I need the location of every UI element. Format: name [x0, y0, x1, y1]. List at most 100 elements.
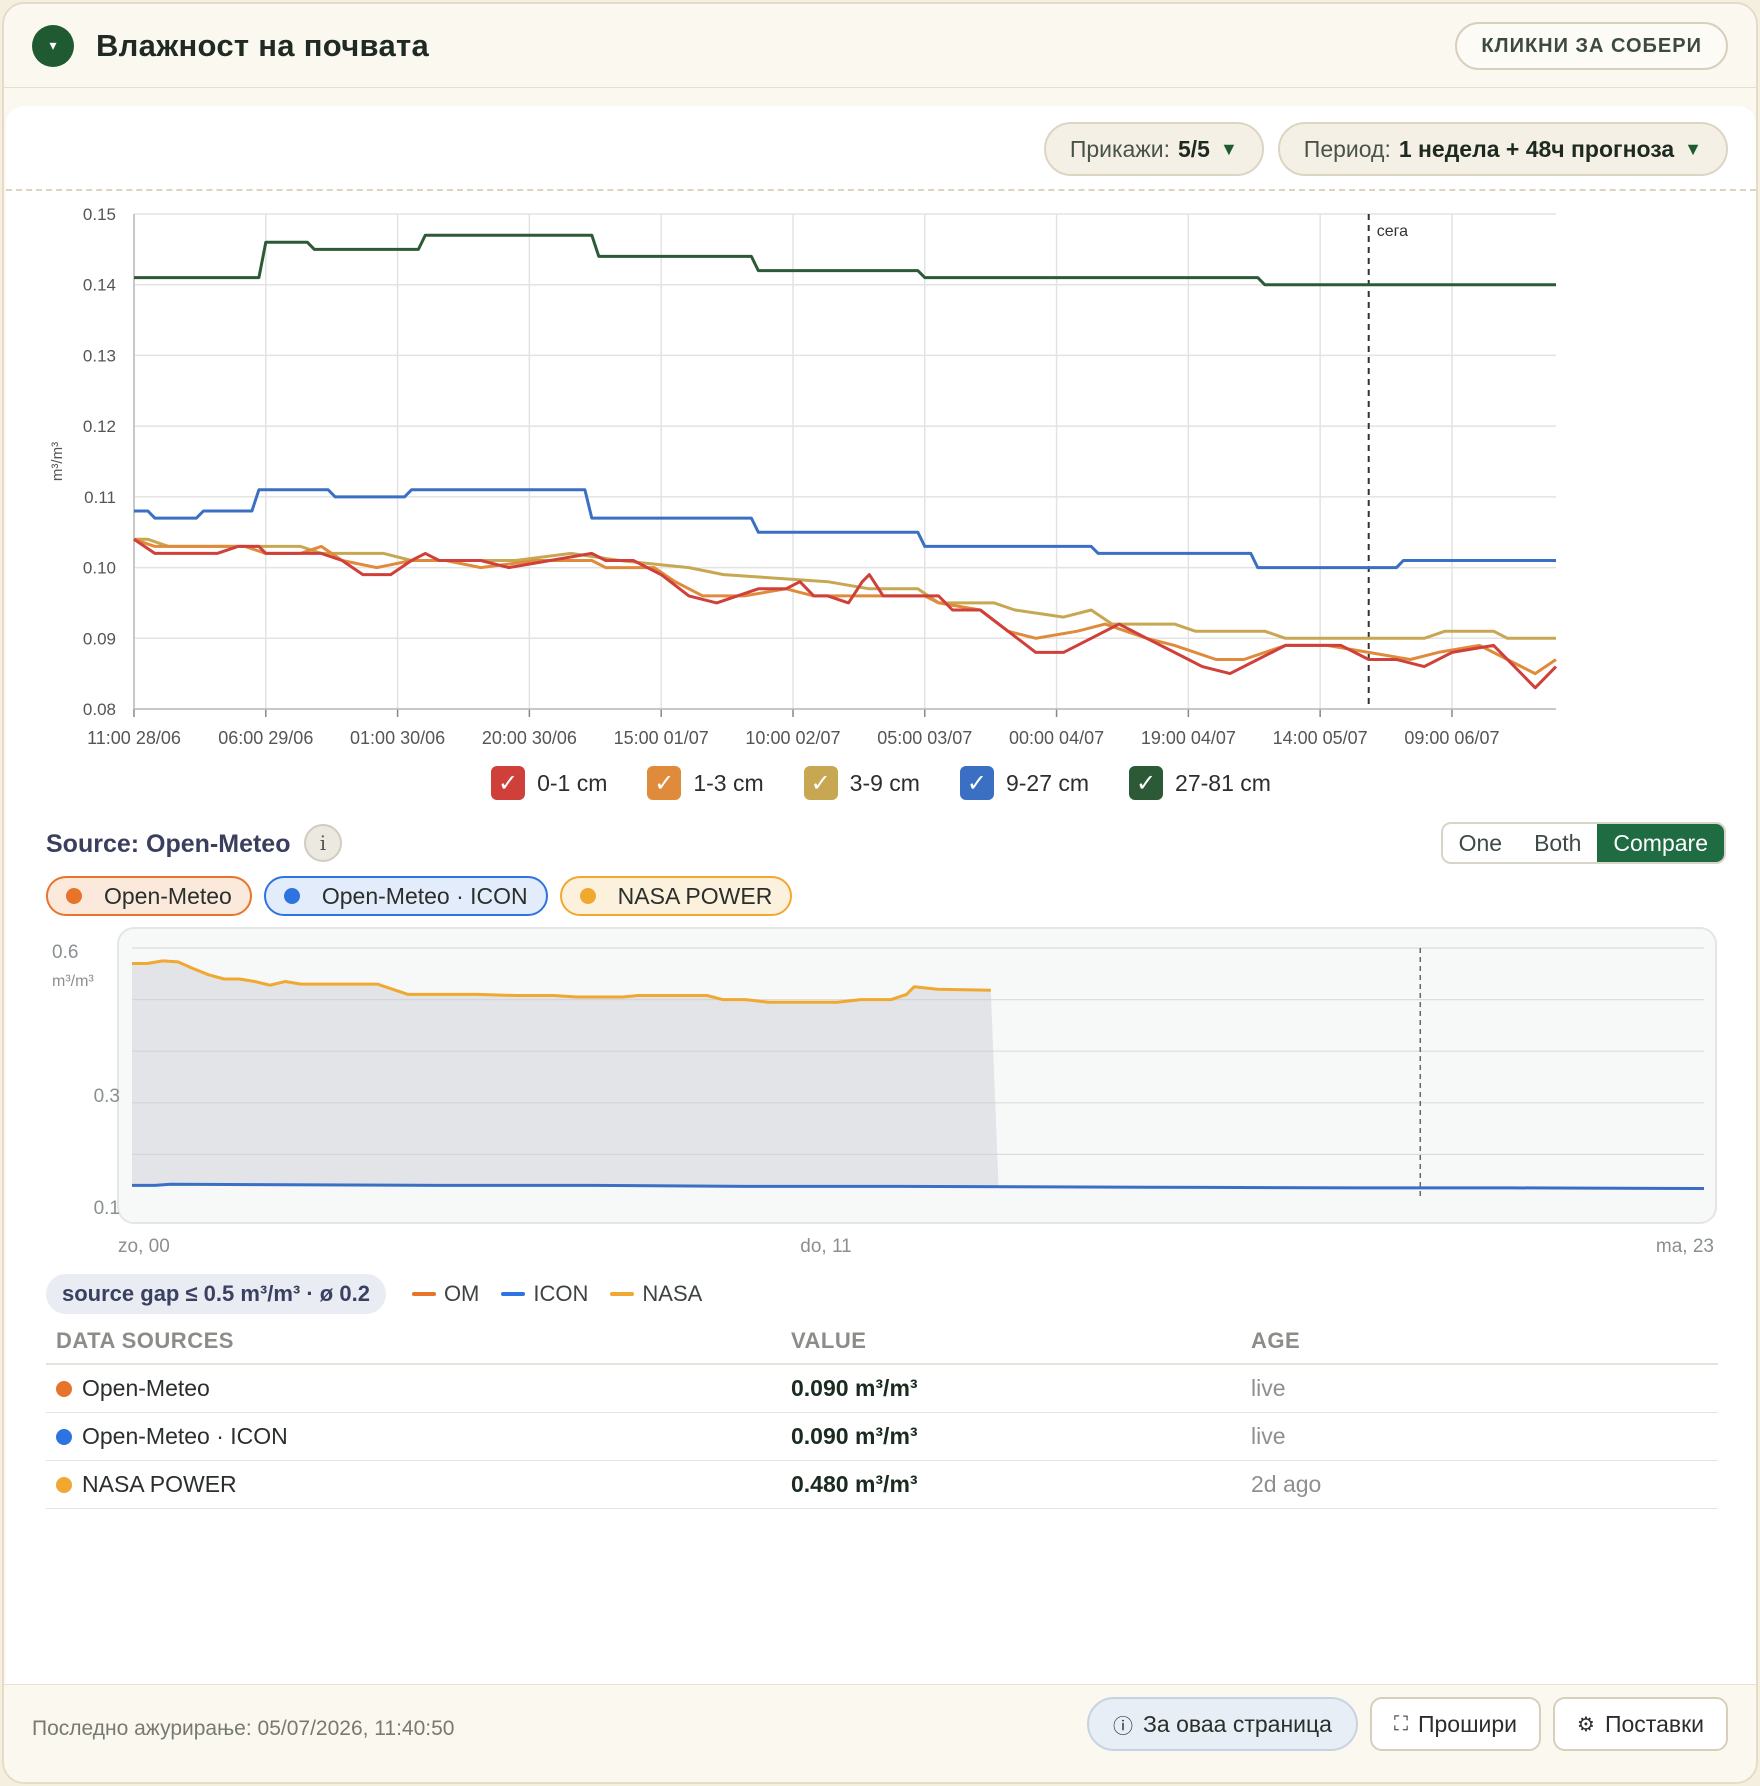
mode-one-button[interactable]: One [1443, 824, 1518, 862]
settings-button[interactable]: ⚙ Поставки [1553, 1697, 1728, 1751]
gear-icon: ⚙ [1577, 1713, 1595, 1736]
source-dot-icon [283, 888, 300, 904]
x-tick-label: 11:00 28/06 [87, 728, 181, 748]
source-dot-icon [56, 1380, 72, 1397]
checkbox-icon[interactable]: ✓ [647, 766, 682, 800]
caret-down-icon: ▼ [1219, 138, 1238, 159]
checkbox-icon[interactable]: ✓ [959, 766, 994, 800]
y-tick-label: 0.13 [83, 346, 116, 365]
source-pills: Open-Meteo Open-Meteo · ICON NASA POWER [46, 876, 793, 916]
legend-label: 1-3 cm [693, 769, 764, 796]
x-tick-label: 15:00 01/07 [614, 728, 709, 748]
source-pill-label: NASA POWER [617, 882, 773, 909]
source-value: 0.480 m³/m³ [781, 1460, 1241, 1509]
x-tick-label: do, 11 [800, 1236, 851, 1257]
divider [6, 189, 1756, 191]
y-tick-label: 0.11 [84, 488, 116, 507]
compare-legend-item: OM [411, 1281, 479, 1307]
source-mode-toggle: One Both Compare [1440, 822, 1726, 864]
show-count-dropdown[interactable]: Прикажи: 5/5 ▼ [1043, 122, 1264, 176]
compare-legend-label: ICON [533, 1281, 589, 1306]
series-line-1-3cm [133, 537, 1557, 676]
y-tick-label: 0.09 [83, 629, 116, 648]
source-age: 2d ago [1241, 1460, 1718, 1509]
source-pill[interactable]: Open-Meteo · ICON [263, 876, 548, 916]
card-header: ▾ Влажност на почвата КЛИКНИ ЗА СОБЕРИ [4, 4, 1756, 88]
data-sources-table: DATA SOURCES VALUE AGE Open-Meteo 0.090 m… [46, 1318, 1718, 1509]
period-value: 1 недела + 48ч прогноза [1398, 135, 1675, 162]
legend-item[interactable]: ✓ 27-81 cm [1129, 766, 1271, 800]
compare-legend-item: NASA [610, 1281, 702, 1307]
source-dot-icon [56, 1428, 72, 1445]
checkbox-icon[interactable]: ✓ [1129, 766, 1164, 800]
source-name: NASA POWER [82, 1470, 237, 1497]
collapse-toggle-icon[interactable]: ▾ [32, 24, 74, 67]
expand-button[interactable]: ⛶ Прошири [1369, 1697, 1542, 1751]
checkbox-icon[interactable]: ✓ [491, 766, 526, 800]
soil-moisture-card: ▾ Влажност на почвата КЛИКНИ ЗА СОБЕРИ П… [2, 2, 1758, 1784]
compare-legend-label: NASA [642, 1281, 703, 1306]
source-compare-chart: 0.6 0.3 0.1 m³/m³ zo, 00 do, 11 ma, 23 [52, 927, 1717, 1257]
legend-item[interactable]: ✓ 9-27 cm [959, 766, 1090, 800]
collapse-button[interactable]: КЛИКНИ ЗА СОБЕРИ [1455, 22, 1728, 70]
source-gap-badge: source gap ≤ 0.5 m³/m³ · ø 0.2 [46, 1274, 386, 1314]
compare-legend: OM ICON NASA [411, 1281, 702, 1307]
settings-label: Поставки [1604, 1710, 1704, 1737]
y-axis-label: m³/m³ [52, 973, 94, 990]
line-swatch-icon [411, 1292, 436, 1296]
source-name: Open-Meteo [82, 1374, 210, 1401]
y-tick-label: 0.3 [94, 1086, 120, 1107]
mode-compare-button[interactable]: Compare [1597, 824, 1724, 862]
x-tick-label: 00:00 04/07 [1009, 728, 1104, 748]
info-circle-icon: ⓘ [1113, 1715, 1134, 1738]
x-tick-label: 01:00 30/06 [350, 728, 445, 748]
y-tick-label: 0.1 [94, 1198, 120, 1219]
col-data-sources: DATA SOURCES [46, 1318, 781, 1365]
legend-label: 27-81 cm [1175, 769, 1271, 796]
source-value: 0.090 m³/m³ [781, 1364, 1241, 1413]
y-axis-label: m³/m³ [49, 442, 66, 481]
table-row: NASA POWER 0.480 m³/m³ 2d ago [46, 1460, 1718, 1509]
legend-label: 9-27 cm [1005, 769, 1090, 796]
source-row: Source: Open-Meteo i One Both Compare [46, 822, 1726, 872]
source-name-cell: Open-Meteo [46, 1364, 781, 1413]
source-pill[interactable]: NASA POWER [559, 876, 793, 916]
source-dot-icon [66, 888, 82, 904]
gap-row: source gap ≤ 0.5 m³/m³ · ø 0.2 OM ICON NAS… [46, 1274, 702, 1314]
card-footer: Последно ажурирање: 05/07/2026, 11:40:50… [4, 1684, 1756, 1782]
about-page-button[interactable]: ⓘ За оваа страница [1087, 1697, 1358, 1751]
legend-label: 3-9 cm [849, 769, 920, 796]
x-tick-label: 06:00 29/06 [218, 728, 313, 748]
y-tick-label: 0.08 [83, 700, 116, 719]
table-row: Open-Meteo 0.090 m³/m³ live [46, 1364, 1718, 1413]
y-tick-label: 0.12 [83, 417, 116, 436]
line-swatch-icon [501, 1292, 526, 1296]
source-name-cell: Open-Meteo · ICON [46, 1412, 781, 1461]
legend-item[interactable]: ✓ 0-1 cm [491, 766, 607, 800]
period-dropdown[interactable]: Период: 1 недела + 48ч прогноза ▼ [1277, 122, 1728, 176]
source-age: live [1241, 1364, 1718, 1413]
compare-legend-item: ICON [501, 1281, 588, 1307]
about-label: За оваа страница [1143, 1710, 1332, 1737]
source-pill-label: Open-Meteo [104, 882, 232, 909]
series-line-3-9cm [134, 537, 1556, 640]
info-icon[interactable]: i [304, 824, 342, 862]
checkbox-icon[interactable]: ✓ [803, 766, 838, 800]
y-tick-label: 0.14 [83, 276, 116, 295]
card-title: Влажност на почвата [96, 27, 430, 63]
source-pill-label: Open-Meteo · ICON [321, 882, 528, 909]
x-tick-label: 05:00 03/07 [877, 728, 972, 748]
legend-item[interactable]: ✓ 1-3 cm [647, 766, 764, 800]
x-tick-label: zo, 00 [118, 1236, 170, 1257]
source-value: 0.090 m³/m³ [781, 1412, 1241, 1461]
show-value: 5/5 [1177, 135, 1210, 162]
source-dot-icon [56, 1476, 72, 1493]
expand-label: Прошири [1417, 1710, 1518, 1737]
x-tick-label: 09:00 06/07 [1404, 728, 1499, 748]
source-name-cell: NASA POWER [46, 1460, 781, 1509]
source-pill[interactable]: Open-Meteo [46, 876, 252, 916]
legend-item[interactable]: ✓ 3-9 cm [803, 766, 920, 800]
legend-label: 0-1 cm [537, 769, 608, 796]
series-line-9-27cm [134, 488, 1556, 570]
mode-both-button[interactable]: Both [1518, 824, 1597, 862]
